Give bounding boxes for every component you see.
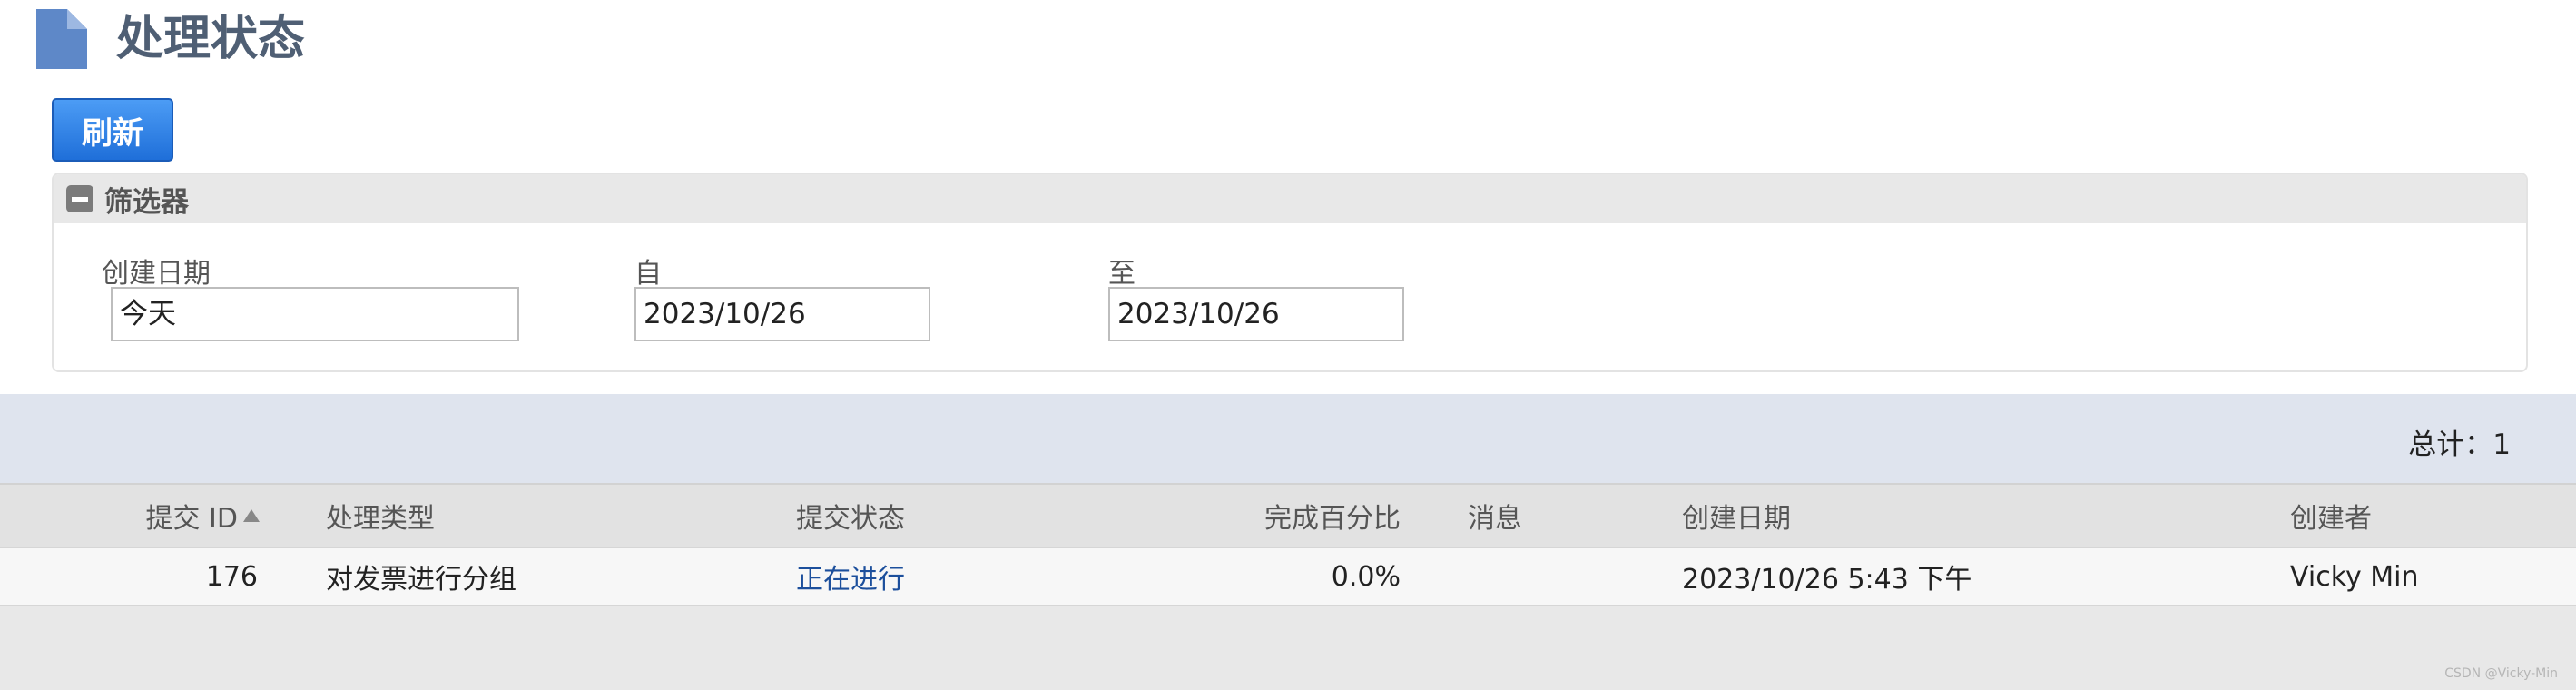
table-header: 提交 ID 处理类型 提交状态 完成百分比 消息 创建日期 创建者 xyxy=(0,485,2576,548)
refresh-button[interactable]: 刷新 xyxy=(52,98,173,162)
page-header: 处理状态 xyxy=(36,9,305,69)
filter-title: 筛选器 xyxy=(104,185,189,219)
filter-panel: 筛选器 创建日期 今天 自 2023/10/26 至 2023/10/26 xyxy=(52,172,2528,372)
cell-type: 对发票进行分组 xyxy=(326,564,516,596)
summary-bar: 总计：1 xyxy=(0,394,2576,485)
table-row: 176 对发票进行分组 正在进行 0.0% 2023/10/26 5:43 下午… xyxy=(0,548,2576,606)
cell-id: 176 xyxy=(205,560,258,593)
column-header-created[interactable]: 创建日期 xyxy=(1682,485,2136,547)
page-title: 处理状态 xyxy=(116,12,306,66)
watermark: CSDN @Vicky-Min xyxy=(2444,666,2558,681)
from-date-input[interactable]: 2023/10/26 xyxy=(634,287,930,341)
total-count: 总计：1 xyxy=(2408,429,2511,461)
empty-area xyxy=(0,606,2576,690)
column-header-percent[interactable]: 完成百分比 xyxy=(1180,485,1401,547)
column-header-id[interactable]: 提交 ID xyxy=(54,485,260,547)
to-date-label: 至 xyxy=(1108,258,1136,290)
sort-asc-icon xyxy=(243,509,260,522)
column-header-message[interactable]: 消息 xyxy=(1468,485,1649,547)
column-header-id-label: 提交 ID xyxy=(145,503,238,535)
document-icon xyxy=(36,9,87,69)
cell-status-link[interactable]: 正在进行 xyxy=(796,548,1141,605)
cell-creator: Vicky Min xyxy=(2290,560,2419,593)
cell-message xyxy=(1468,548,1649,605)
column-header-creator[interactable]: 创建者 xyxy=(2290,485,2562,547)
from-date-label: 自 xyxy=(634,258,662,290)
created-date-select[interactable]: 今天 xyxy=(111,287,519,341)
collapse-icon[interactable] xyxy=(66,185,93,212)
column-header-type[interactable]: 处理类型 xyxy=(326,485,707,547)
to-date-input[interactable]: 2023/10/26 xyxy=(1108,287,1404,341)
column-header-status[interactable]: 提交状态 xyxy=(796,485,1141,547)
results-table: 提交 ID 处理类型 提交状态 完成百分比 消息 创建日期 创建者 176 对发… xyxy=(0,485,2576,606)
created-date-label: 创建日期 xyxy=(102,258,211,290)
filter-header[interactable]: 筛选器 xyxy=(54,174,2526,223)
cell-created: 2023/10/26 5:43 下午 xyxy=(1682,564,1972,596)
cell-percent: 0.0% xyxy=(1331,560,1401,593)
